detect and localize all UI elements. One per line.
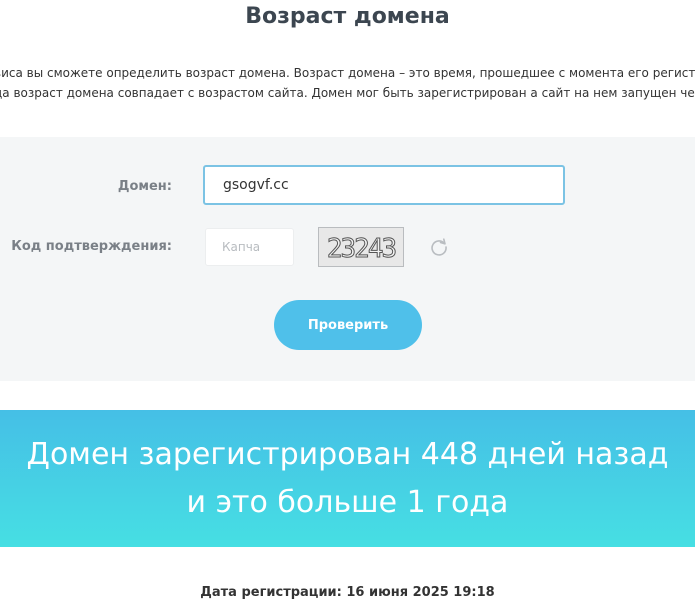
captcha-text: 23243 <box>327 234 396 264</box>
result-banner: Домен зарегистрирован 448 дней назад и э… <box>0 410 695 547</box>
domain-input[interactable] <box>203 165 565 205</box>
registration-date: Дата регистрации: 16 июня 2025 19:18 <box>200 585 495 600</box>
captcha-input[interactable] <box>205 228 294 266</box>
result-days-text: Домен зарегистрирован 448 дней назад <box>26 437 669 472</box>
domain-label: Домен: <box>117 179 172 194</box>
page-title: Возраст домена <box>245 4 450 29</box>
description-line-1: виса вы сможете определить возраст домен… <box>0 66 695 80</box>
description-line-2: да возраст домена совпадает с возрастом … <box>0 86 695 100</box>
captcha-image: 23243 <box>318 227 404 267</box>
refresh-icon[interactable] <box>427 235 451 259</box>
captcha-image-graphic: 23243 <box>319 228 403 266</box>
check-button[interactable]: Проверить <box>274 300 422 350</box>
result-years-text: и это больше 1 года <box>186 485 509 520</box>
captcha-label: Код подтверждения: <box>11 239 172 254</box>
page: Возраст домена виса вы сможете определит… <box>0 0 695 609</box>
